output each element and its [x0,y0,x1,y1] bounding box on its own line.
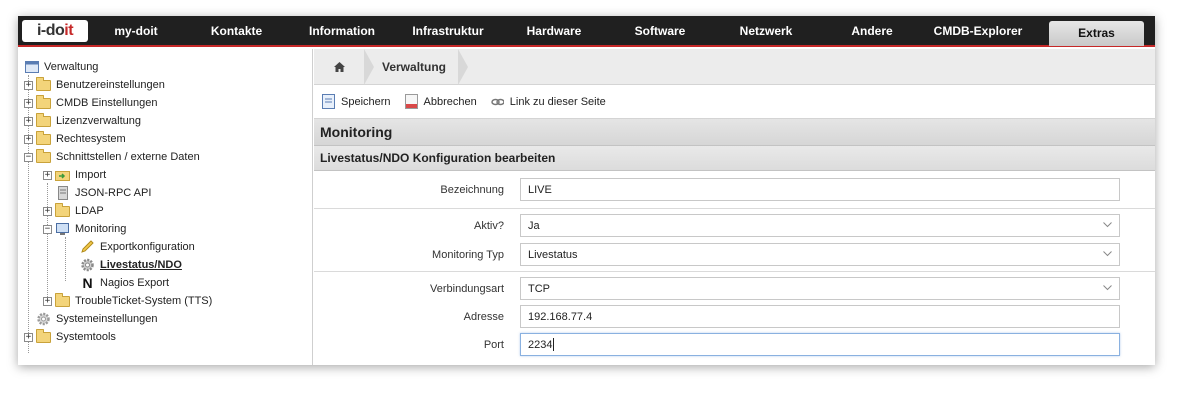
tree-item-systemtools[interactable]: + Systemtools [24,328,116,345]
aktiv-select[interactable]: Ja [520,214,1120,237]
expand-plus-icon[interactable]: + [24,98,33,108]
nav-item-netzwerk[interactable]: Netzwerk [713,16,819,46]
tree-item-exportkonfiguration[interactable]: Exportkonfiguration [80,239,195,255]
chevron-down-icon [1103,251,1112,257]
link-icon [491,98,504,106]
text-cursor [553,338,555,351]
form-title: Livestatus/NDO Konfiguration bearbeiten [314,146,1155,171]
chevron-down-icon [1103,285,1112,291]
tree-guide-line [65,237,66,281]
save-icon [322,94,335,109]
expand-plus-icon[interactable]: + [24,134,33,144]
verbindungsart-select[interactable]: TCP [520,277,1120,300]
collapse-minus-icon[interactable]: − [24,152,33,162]
nav-item-software[interactable]: Software [607,16,713,46]
tree-item-verwaltung[interactable]: Verwaltung [24,59,98,75]
nav-item-infrastruktur[interactable]: Infrastruktur [395,16,501,46]
breadcrumb-verwaltung[interactable]: Verwaltung [382,49,458,85]
form-row-verbindungsart: Verbindungsart TCP [314,277,1155,300]
monitor-icon [55,222,70,236]
main-content: Verwaltung Speichern Abbrechen Link zu d… [314,48,1155,365]
form-row-bezeichnung: Bezeichnung LIVE [314,178,1155,201]
form-divider [314,271,1155,272]
nav-item-extras[interactable]: Extras [1049,20,1144,46]
monitoring-typ-label: Monitoring Typ [432,248,504,261]
port-input[interactable]: 2234 [520,333,1120,356]
expand-plus-icon[interactable]: + [43,206,52,216]
window-icon [24,61,39,74]
adresse-input[interactable]: 192.168.77.4 [520,305,1120,328]
cancel-icon [404,94,418,109]
tree-item-import[interactable]: + Import [43,167,106,183]
form-row-port: Port 2234 [314,333,1155,356]
gear-icon [80,258,95,272]
chevron-down-icon [1103,222,1112,228]
expand-plus-icon[interactable]: + [43,296,52,306]
folder-icon [36,130,51,145]
nav-item-kontakte[interactable]: Kontakte [184,16,289,46]
folder-icon [36,112,51,127]
nav-item-cmdb-explorer[interactable]: CMDB-Explorer [925,16,1031,46]
tree-item-rechtesystem[interactable]: + Rechtesystem [24,130,126,147]
top-navigation: i-do it my-doit Kontakte Information Infrast… [18,16,1155,47]
expand-plus-icon[interactable]: + [24,116,33,126]
settings-gear-icon [36,312,51,326]
nav-item-my-doit[interactable]: my-doit [88,16,184,46]
folder-icon [55,292,70,307]
tree-item-troubleticket-system[interactable]: + TroubleTicket-System (TTS) [43,292,212,309]
pencil-icon [80,240,95,254]
breadcrumb-separator [364,48,374,85]
tree-item-json-rpc-api[interactable]: JSON-RPC API [55,185,151,201]
expand-plus-icon[interactable]: + [24,332,33,342]
save-button[interactable]: Speichern [322,94,391,109]
navigation-tree: Verwaltung + Benutzereinstellungen + CMD… [18,49,313,365]
main-menu: my-doit Kontakte Information Infrastruktur H… [88,16,1031,46]
nav-item-andere[interactable]: Andere [819,16,925,46]
form-row-adresse: Adresse 192.168.77.4 [314,305,1155,328]
adresse-label: Adresse [463,310,504,323]
folder-icon [36,94,51,109]
breadcrumb-separator [458,48,469,85]
toolbar: Speichern Abbrechen Link zu dieser Seite [314,85,1155,119]
collapse-minus-icon[interactable]: − [43,224,52,234]
tree-item-systemeinstellungen[interactable]: Systemeinstellungen [36,311,158,327]
monitoring-typ-select[interactable]: Livestatus [520,243,1120,266]
tree-item-nagios-export[interactable]: N Nagios Export [80,275,169,291]
cancel-button[interactable]: Abbrechen [404,94,477,109]
tree-item-lizenzverwaltung[interactable]: + Lizenzverwaltung [24,112,141,129]
link-to-page-button[interactable]: Link zu dieser Seite [491,94,606,109]
folder-icon [36,328,51,343]
tree-item-benutzereinstellungen[interactable]: + Benutzereinstellungen [24,76,165,93]
server-icon [55,186,70,200]
form-divider [314,208,1155,209]
nav-item-hardware[interactable]: Hardware [501,16,607,46]
tree-item-monitoring[interactable]: − Monitoring [43,221,126,237]
form-row-monitoring-typ: Monitoring Typ Livestatus [314,243,1155,266]
tree-guide-line [47,183,48,301]
port-label: Port [483,338,504,351]
expand-plus-icon[interactable]: + [43,170,52,180]
folder-open-icon [36,148,51,163]
expand-plus-icon[interactable]: + [24,80,33,90]
idoit-logo[interactable]: i-do it [22,19,88,42]
bezeichnung-input[interactable]: LIVE [520,178,1120,201]
section-title: Monitoring [314,119,1155,146]
breadcrumb: Verwaltung [314,48,1155,85]
tree-item-schnittstellen[interactable]: − Schnittstellen / externe Daten [24,148,200,165]
aktiv-label: Aktiv? [474,219,504,232]
nav-item-information[interactable]: Information [289,16,395,46]
app-window: i-do it my-doit Kontakte Information Infrast… [18,16,1155,365]
import-icon [55,169,70,182]
home-breadcrumb[interactable] [314,49,364,85]
tree-item-livestatus-ndo[interactable]: Livestatus/NDO [80,257,182,273]
bezeichnung-label: Bezeichnung [440,183,504,196]
nagios-icon: N [82,275,93,291]
folder-icon [36,76,51,91]
home-icon [333,61,345,72]
form-row-aktiv: Aktiv? Ja [314,214,1155,237]
tree-item-ldap[interactable]: + LDAP [43,202,104,219]
folder-icon [55,202,70,217]
verbindungsart-label: Verbindungsart [430,282,504,295]
tree-item-cmdb-einstellungen[interactable]: + CMDB Einstellungen [24,94,158,111]
